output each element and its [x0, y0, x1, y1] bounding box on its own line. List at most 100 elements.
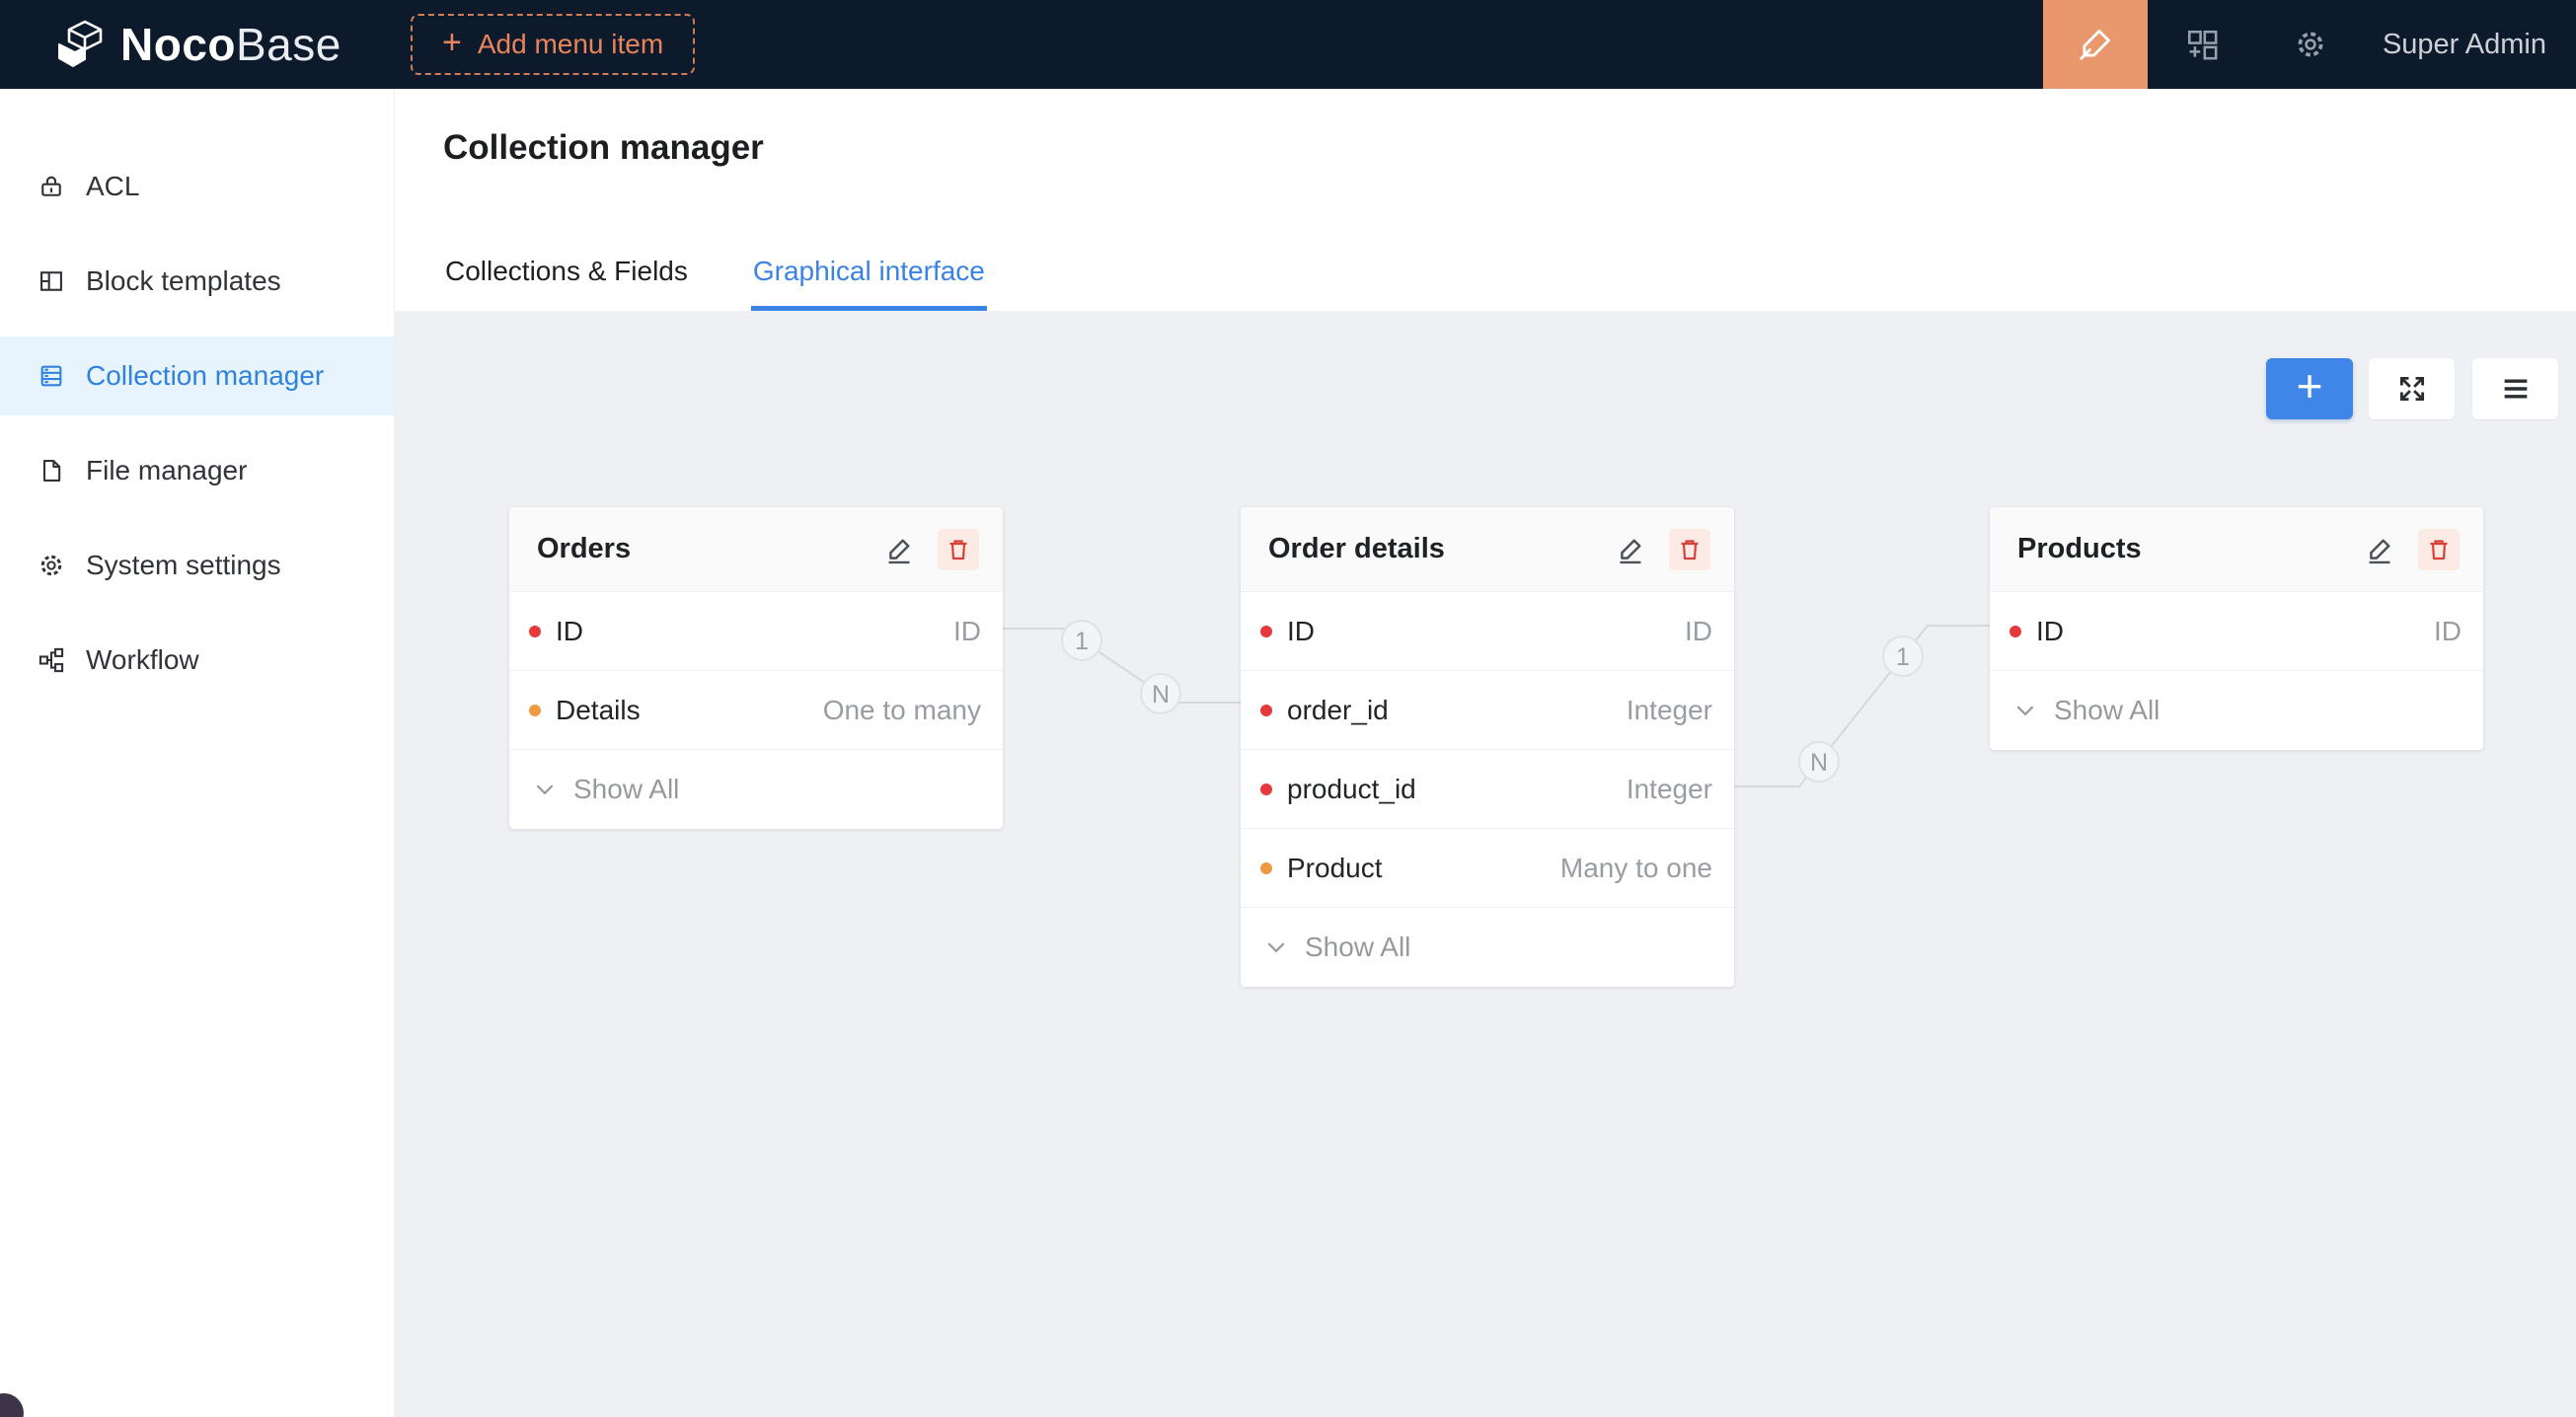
logo-text-base: Base	[236, 19, 341, 70]
page-title: Collection manager	[443, 128, 764, 168]
sidebar-item-acl[interactable]: ACL	[0, 147, 394, 226]
field-name: product_id	[1287, 774, 1416, 805]
sidebar-item-label: Workflow	[86, 644, 199, 676]
settings-gear-icon	[2294, 28, 2327, 61]
sidebar-item-label: ACL	[86, 171, 139, 202]
edit-pencil-icon	[1615, 534, 1646, 565]
field-row: Product Many to one	[1241, 829, 1734, 908]
highlighter-icon	[2077, 26, 2114, 63]
field-name: Product	[1287, 853, 1383, 884]
field-kind-dot	[1260, 862, 1272, 874]
field-row: order_id Integer	[1241, 671, 1734, 750]
show-all-toggle[interactable]: Show All	[1241, 908, 1734, 987]
lock-icon	[38, 173, 65, 200]
add-menu-item-button[interactable]: + Add menu item	[411, 14, 695, 75]
tab-collections-fields[interactable]: Collections & Fields	[443, 256, 690, 311]
user-menu[interactable]: Super Admin	[2383, 29, 2546, 61]
workflow-icon	[38, 646, 65, 674]
sidebar-item-file-manager[interactable]: File manager	[0, 431, 394, 510]
field-name: order_id	[1287, 695, 1389, 726]
menu-icon	[2499, 372, 2533, 406]
trash-icon	[945, 536, 972, 563]
plus-icon: +	[442, 26, 462, 59]
field-name: ID	[1287, 616, 1315, 647]
sidebar-item-system-settings[interactable]: System settings	[0, 526, 394, 605]
edit-pencil-icon	[2364, 534, 2395, 565]
field-kind-dot	[529, 626, 541, 637]
sidebar-item-label: Collection manager	[86, 360, 324, 392]
entity-header: Orders	[509, 507, 1003, 592]
entity-card-orders[interactable]: Orders ID ID D	[509, 507, 1003, 829]
field-type: One to many	[823, 695, 981, 726]
ui-editor-button[interactable]	[2043, 0, 2148, 89]
fullscreen-button[interactable]	[2369, 358, 2455, 419]
edit-collection-button[interactable]	[2363, 533, 2396, 566]
delete-collection-button[interactable]	[1669, 529, 1710, 570]
show-all-toggle[interactable]: Show All	[509, 750, 1003, 829]
entity-title: Order details	[1268, 533, 1445, 565]
entity-title: Orders	[537, 533, 631, 565]
edit-pencil-icon	[883, 534, 915, 565]
show-all-label: Show All	[2054, 695, 2159, 726]
field-type: Many to one	[1560, 853, 1712, 884]
logo-text-noco: Noco	[120, 19, 236, 70]
field-type: ID	[2434, 616, 2462, 647]
delete-collection-button[interactable]	[2418, 529, 2460, 570]
field-name: ID	[2036, 616, 2064, 647]
entity-title: Products	[2017, 533, 2142, 565]
sidebar-item-label: System settings	[86, 550, 281, 581]
plugin-manager-button[interactable]	[2148, 0, 2256, 89]
field-type: ID	[1685, 616, 1712, 647]
tab-bar: Collections & Fields Graphical interface	[443, 256, 987, 311]
field-kind-dot	[1260, 705, 1272, 716]
nocobase-logo-icon	[51, 17, 107, 72]
page-head: Collection manager Collections & Fields …	[396, 89, 2576, 311]
field-row: product_id Integer	[1241, 750, 1734, 829]
trash-icon	[1676, 536, 1704, 563]
collection-icon	[38, 362, 65, 390]
field-kind-dot	[2009, 626, 2021, 637]
field-kind-dot	[1260, 626, 1272, 637]
sidebar-item-label: Block templates	[86, 265, 281, 297]
sidebar: ACL Block templates Collection manager	[0, 89, 395, 1417]
entity-header: Order details	[1241, 507, 1734, 592]
file-icon	[38, 457, 65, 485]
field-row: ID ID	[1990, 592, 2483, 671]
sidebar-item-workflow[interactable]: Workflow	[0, 621, 394, 700]
sidebar-item-block-templates[interactable]: Block templates	[0, 242, 394, 321]
edit-collection-button[interactable]	[882, 533, 916, 566]
tab-graphical-interface[interactable]: Graphical interface	[751, 256, 987, 311]
field-kind-dot	[1260, 783, 1272, 795]
gear-icon	[38, 552, 65, 579]
entity-card-order-details[interactable]: Order details ID ID	[1241, 507, 1734, 987]
delete-collection-button[interactable]	[938, 529, 979, 570]
chevron-down-icon	[533, 778, 557, 801]
field-kind-dot	[529, 705, 541, 716]
plugin-manager-icon	[2185, 28, 2219, 61]
show-all-label: Show All	[1305, 932, 1410, 963]
show-all-toggle[interactable]: Show All	[1990, 671, 2483, 750]
field-row: ID ID	[509, 592, 1003, 671]
edit-collection-button[interactable]	[1614, 533, 1647, 566]
add-collection-button[interactable]: +	[2266, 358, 2353, 419]
show-all-label: Show All	[573, 774, 679, 805]
sidebar-item-label: File manager	[86, 455, 247, 486]
field-type: Integer	[1627, 774, 1712, 805]
add-menu-item-label: Add menu item	[478, 29, 663, 60]
diagram-menu-button[interactable]	[2472, 358, 2558, 419]
nocobase-logo: NocoBase	[51, 17, 341, 72]
field-name: ID	[556, 616, 583, 647]
sidebar-item-collection-manager[interactable]: Collection manager	[0, 336, 394, 415]
plus-icon: +	[2297, 363, 2323, 409]
field-type: Integer	[1627, 695, 1712, 726]
layout-icon	[38, 267, 65, 295]
field-row: ID ID	[1241, 592, 1734, 671]
chevron-down-icon	[2013, 699, 2037, 722]
trash-icon	[2425, 536, 2453, 563]
entity-card-products[interactable]: Products ID ID	[1990, 507, 2483, 750]
field-type: ID	[953, 616, 981, 647]
field-row: Details One to many	[509, 671, 1003, 750]
chevron-down-icon	[1264, 935, 1288, 959]
settings-button[interactable]	[2256, 0, 2365, 89]
entity-header: Products	[1990, 507, 2483, 592]
